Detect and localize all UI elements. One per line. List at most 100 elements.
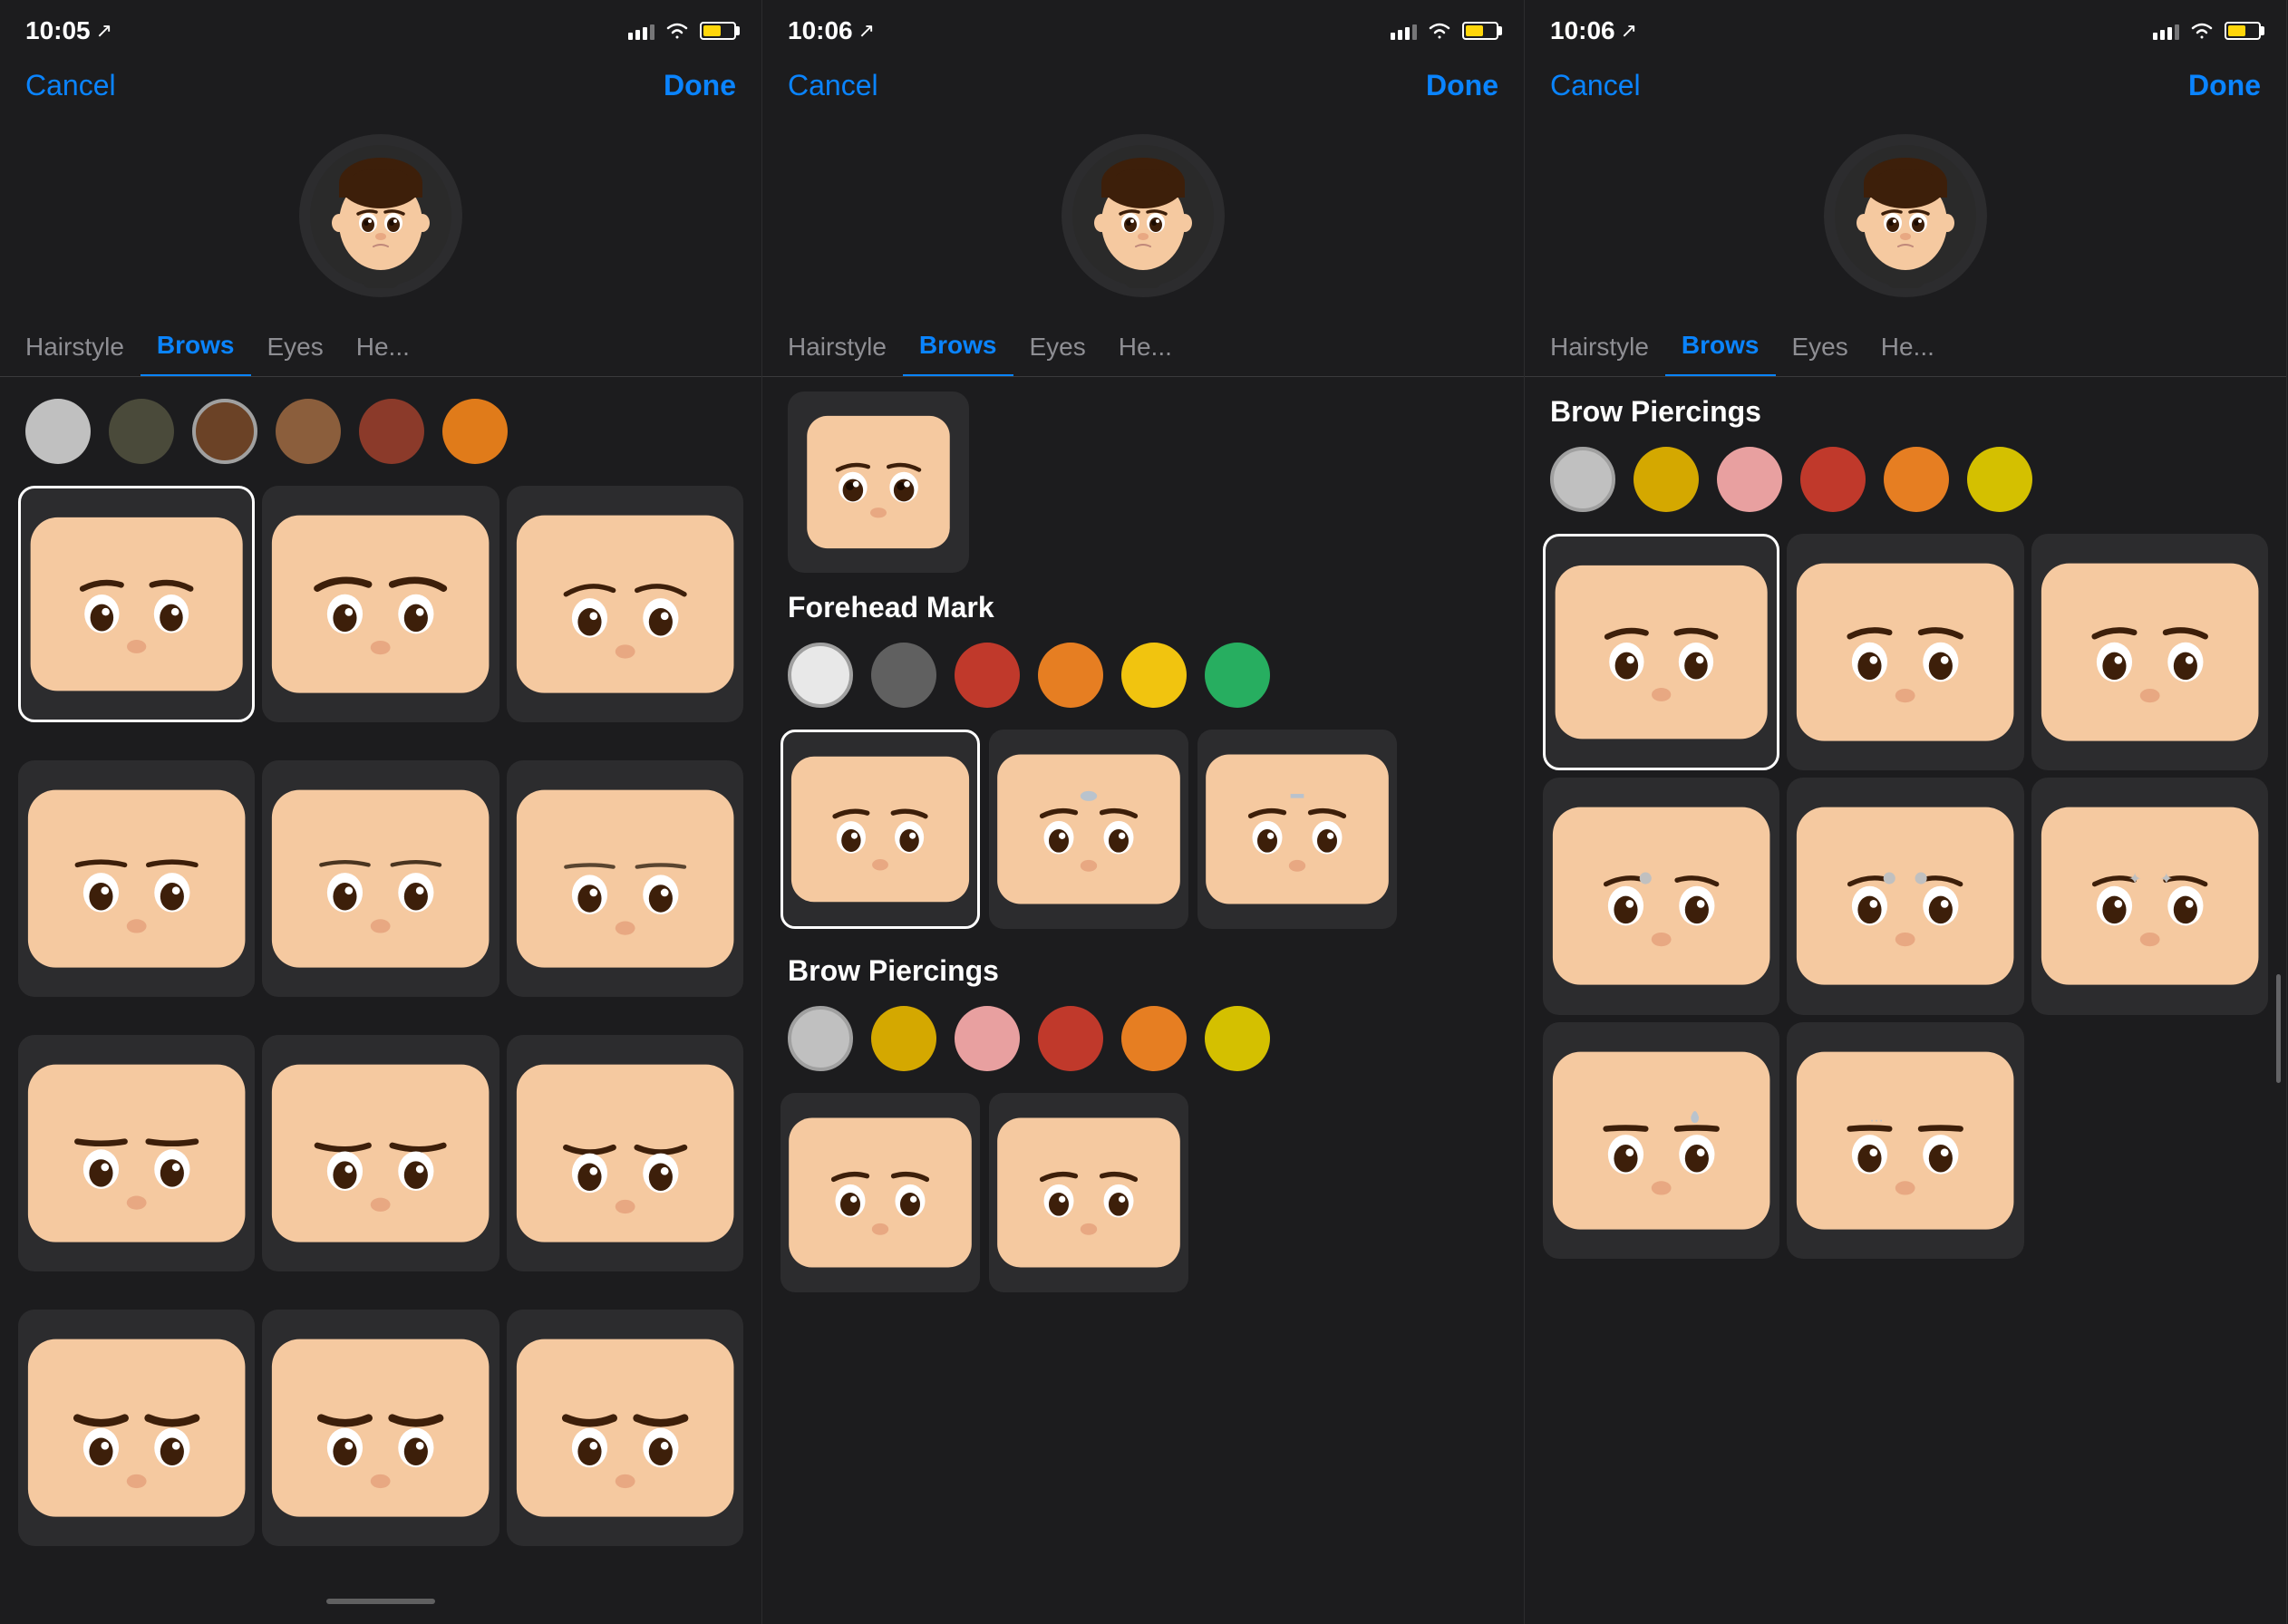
- bp-face-1-2[interactable]: [989, 1093, 1188, 1292]
- color-swatch-gray-1[interactable]: [25, 399, 91, 464]
- tab-hairstyle-1[interactable]: Hairstyle: [9, 333, 141, 376]
- bp-color-gold-3[interactable]: [1634, 447, 1699, 512]
- svg-text:✦: ✦: [2128, 870, 2141, 888]
- nav-bar-2: Cancel Done: [762, 54, 1524, 116]
- color-swatch-orange-1[interactable]: [442, 399, 508, 464]
- tab-hairstyle-2[interactable]: Hairstyle: [771, 333, 903, 376]
- location-icon-3: ↗: [1621, 19, 1637, 43]
- forehead-color-gray[interactable]: [871, 643, 936, 708]
- tab-brows-2[interactable]: Brows: [903, 331, 1013, 376]
- memoji-face-1: [308, 143, 453, 288]
- face-item-11[interactable]: [507, 1310, 743, 1546]
- tab-eyes-2[interactable]: Eyes: [1013, 333, 1102, 376]
- forehead-face-1[interactable]: [989, 730, 1188, 929]
- signal-bars-1: [628, 22, 654, 40]
- face-item-9[interactable]: [18, 1310, 255, 1546]
- battery-icon-1: [700, 22, 736, 40]
- forehead-face-0[interactable]: [780, 730, 980, 929]
- bp-color-yellow-2[interactable]: [1205, 1006, 1270, 1071]
- nav-bar-1: Cancel Done: [0, 54, 761, 116]
- phone-panel-2: 10:06 ↗ Cancel Done: [762, 0, 1525, 1624]
- scroll-bar-3[interactable]: [2276, 974, 2281, 1083]
- face-item-0[interactable]: [18, 486, 255, 722]
- tab-brows-3[interactable]: Brows: [1665, 331, 1776, 376]
- face-item-7[interactable]: [262, 1035, 499, 1271]
- forehead-color-green[interactable]: [1205, 643, 1270, 708]
- large-face-svg: [797, 401, 960, 564]
- avatar-1: [299, 134, 462, 297]
- forehead-color-red[interactable]: [955, 643, 1020, 708]
- tab-brows-1[interactable]: Brows: [141, 331, 251, 376]
- face-svg-0: [21, 488, 252, 720]
- forehead-color-white[interactable]: [788, 643, 853, 708]
- p3-face-item-7[interactable]: ···: [1787, 1022, 2023, 1259]
- face-item-8[interactable]: [507, 1035, 743, 1271]
- face-item-6[interactable]: [18, 1035, 255, 1271]
- color-swatch-darkgray-1[interactable]: [109, 399, 174, 464]
- bp-color-silver-2[interactable]: [788, 1006, 853, 1071]
- bp-color-pink-3[interactable]: [1717, 447, 1782, 512]
- face-grid-1: [0, 478, 761, 1584]
- status-bar-3: 10:06 ↗: [1525, 0, 2286, 54]
- bp-color-gold-2[interactable]: [871, 1006, 936, 1071]
- forehead-color-yellow[interactable]: [1121, 643, 1187, 708]
- p3-face-item-6[interactable]: [1543, 1022, 1779, 1259]
- p3-face-item-5[interactable]: ✦ ✦: [2031, 778, 2268, 1014]
- done-button-3[interactable]: Done: [2188, 69, 2261, 102]
- bp-color-orange-2[interactable]: [1121, 1006, 1187, 1071]
- done-button-1[interactable]: Done: [664, 69, 736, 102]
- forehead-face-2[interactable]: [1197, 730, 1397, 929]
- face-grid-3: ✦ ✦: [1525, 527, 2286, 1266]
- battery-icon-2: [1462, 22, 1498, 40]
- panel2-scroll: Forehead Mark: [762, 573, 1524, 1624]
- bp-color-orange-3[interactable]: [1884, 447, 1949, 512]
- forehead-color-orange[interactable]: [1038, 643, 1103, 708]
- done-button-2[interactable]: Done: [1426, 69, 1498, 102]
- face-item-5[interactable]: [507, 760, 743, 997]
- tab-eyes-1[interactable]: Eyes: [251, 333, 340, 376]
- signal-bars-2: [1391, 22, 1417, 40]
- bp-face-0-2[interactable]: [780, 1093, 980, 1292]
- color-swatch-brown-1[interactable]: [192, 399, 257, 464]
- tab-bar-1: Hairstyle Brows Eyes He...: [0, 315, 761, 377]
- bp-color-pink-2[interactable]: [955, 1006, 1020, 1071]
- location-icon-2: ↗: [858, 19, 875, 43]
- color-swatch-red-1[interactable]: [359, 399, 424, 464]
- face-item-2[interactable]: [507, 486, 743, 722]
- tab-more-1[interactable]: He...: [340, 333, 426, 376]
- cancel-button-1[interactable]: Cancel: [25, 69, 116, 102]
- p3-face-item-3[interactable]: [1543, 778, 1779, 1014]
- wifi-icon-2: [1426, 21, 1453, 41]
- tab-more-3[interactable]: He...: [1865, 333, 1951, 376]
- bp-color-red-3[interactable]: [1800, 447, 1866, 512]
- p3-face-item-2[interactable]: [2031, 534, 2268, 770]
- avatar-2: [1062, 134, 1225, 297]
- svg-text:···: ···: [1870, 1113, 1884, 1128]
- tab-eyes-3[interactable]: Eyes: [1776, 333, 1865, 376]
- panel3-scroll: Brow Piercings: [1525, 377, 2286, 1624]
- cancel-button-2[interactable]: Cancel: [788, 69, 878, 102]
- face-item-10[interactable]: [262, 1310, 499, 1546]
- bp-color-red-2[interactable]: [1038, 1006, 1103, 1071]
- brow-piercings-label-2: Brow Piercings: [762, 936, 1524, 999]
- color-swatch-lightbrown-1[interactable]: [276, 399, 341, 464]
- status-icons-2: [1391, 21, 1498, 41]
- tab-hairstyle-3[interactable]: Hairstyle: [1534, 333, 1665, 376]
- face-item-1[interactable]: [262, 486, 499, 722]
- p3-face-item-1[interactable]: [1787, 534, 2023, 770]
- bp-color-yellow-3[interactable]: [1967, 447, 2032, 512]
- p3-face-item-4[interactable]: [1787, 778, 2023, 1014]
- bp-color-silver-3[interactable]: [1550, 447, 1615, 512]
- face-item-4[interactable]: [262, 760, 499, 997]
- p3-face-item-0[interactable]: [1543, 534, 1779, 770]
- cancel-button-3[interactable]: Cancel: [1550, 69, 1641, 102]
- brow-piercings-label-3: Brow Piercings: [1525, 377, 2286, 440]
- avatar-area-1: [0, 116, 761, 315]
- nav-bar-3: Cancel Done: [1525, 54, 2286, 116]
- tab-more-2[interactable]: He...: [1102, 333, 1188, 376]
- status-time-3: 10:06: [1550, 16, 1615, 45]
- tab-bar-2: Hairstyle Brows Eyes He...: [762, 315, 1524, 377]
- brow-piercing-faces-2: [762, 1086, 1524, 1300]
- large-face-preview: [788, 392, 969, 573]
- face-item-3[interactable]: [18, 760, 255, 997]
